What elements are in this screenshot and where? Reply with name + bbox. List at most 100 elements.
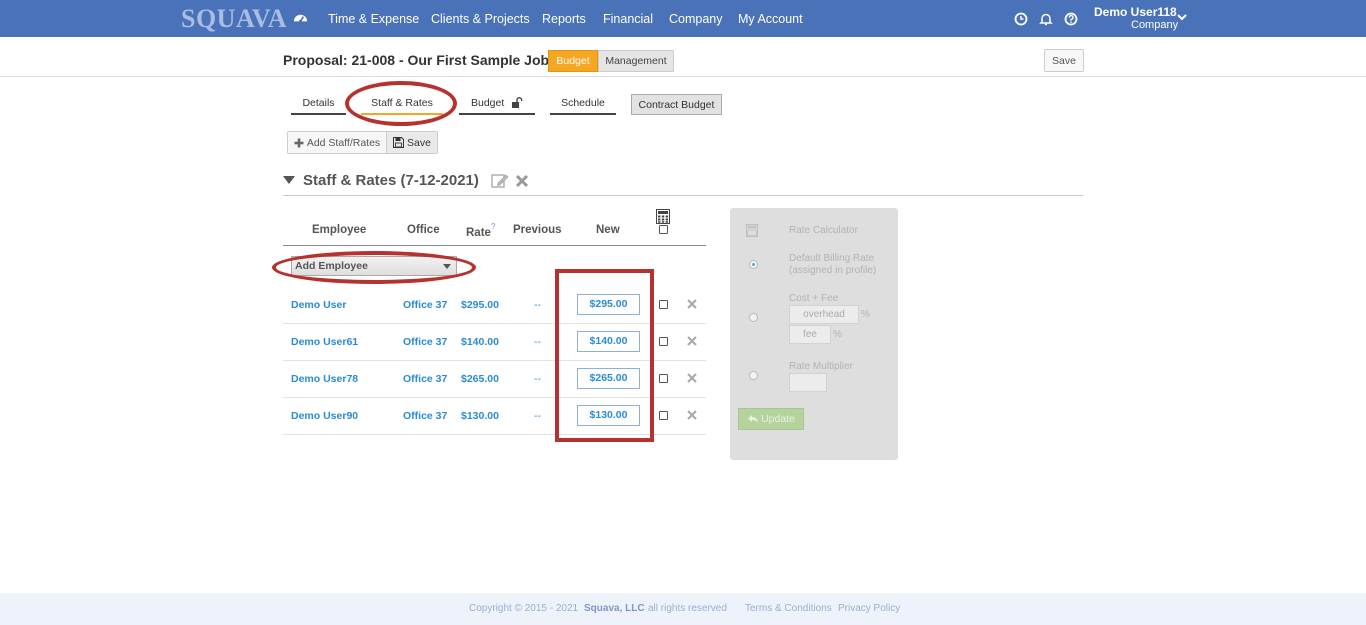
rights-text: all rights reserved: [648, 603, 727, 614]
undo-arrow-icon: [748, 415, 759, 423]
privacy-link[interactable]: Privacy Policy: [838, 603, 900, 614]
contract-budget-button[interactable]: Contract Budget: [631, 94, 722, 115]
default-rate-sublabel: (assigned in profile): [789, 265, 877, 276]
tab-staff-rates[interactable]: Staff & Rates: [361, 97, 443, 115]
nav-reports[interactable]: Reports: [542, 12, 586, 26]
select-all-checkbox[interactable]: [659, 225, 668, 234]
table-row: Demo User78 Office 37 $265.00 -- $265.00: [283, 361, 706, 398]
plus-icon: [294, 138, 304, 147]
column-header-employee: Employee: [312, 224, 367, 236]
multiplier-input[interactable]: [789, 373, 827, 392]
edit-icon[interactable]: [491, 172, 509, 189]
copyright-text: Copyright © 2015 - 2021: [469, 603, 579, 614]
tab-budget[interactable]: Budget: [459, 97, 535, 115]
table-row: Demo User Office 37 $295.00 -- $295.00: [283, 287, 706, 324]
rate-value[interactable]: $265.00: [461, 373, 499, 385]
row-checkbox[interactable]: [659, 411, 668, 420]
rate-value[interactable]: $140.00: [461, 336, 499, 348]
dashboard-icon[interactable]: [293, 11, 308, 26]
tab-budget-label: Budget: [471, 97, 505, 109]
nav-my-account[interactable]: My Account: [738, 12, 803, 26]
add-staff-rates-label: Add Staff/Rates: [306, 136, 381, 149]
clock-icon[interactable]: [1014, 12, 1028, 26]
column-header-new: New: [596, 224, 620, 236]
save-button[interactable]: Save: [1044, 49, 1084, 72]
remove-row-icon[interactable]: [687, 410, 697, 420]
overhead-input[interactable]: overhead: [789, 305, 859, 324]
page-footer: Copyright © 2015 - 2021 Squava, LLC all …: [0, 593, 1366, 625]
row-checkbox[interactable]: [659, 300, 668, 309]
tab-details[interactable]: Details: [291, 97, 346, 115]
delete-icon[interactable]: [515, 174, 529, 188]
office-link[interactable]: Office 37: [403, 299, 447, 311]
previous-rate: --: [534, 336, 541, 348]
table-row: Demo User90 Office 37 $130.00 -- $130.00: [283, 398, 706, 435]
rate-multiplier-label: Rate Multiplier: [789, 361, 853, 372]
nav-financial[interactable]: Financial: [603, 12, 653, 26]
office-link[interactable]: Office 37: [403, 373, 447, 385]
cost-fee-radio[interactable]: [749, 313, 758, 322]
staff-toolbar: Add Staff/Rates Save: [287, 131, 438, 154]
calculator-icon: [746, 224, 758, 237]
default-rate-label: Default Billing Rate: [789, 253, 875, 264]
new-rate-input[interactable]: $130.00: [577, 405, 640, 426]
fee-percent: %: [833, 329, 842, 340]
previous-rate: --: [534, 373, 541, 385]
employee-name-link[interactable]: Demo User90: [291, 410, 358, 422]
rate-value[interactable]: $130.00: [461, 410, 499, 422]
row-checkbox[interactable]: [659, 374, 668, 383]
proposal-title-bar: Proposal: 21-008 - Our First Sample Job …: [0, 37, 1366, 77]
table-row: Demo User61 Office 37 $140.00 -- $140.00: [283, 324, 706, 361]
chevron-down-icon[interactable]: [1177, 13, 1187, 21]
dropdown-arrow-icon: [443, 264, 451, 269]
new-rate-input[interactable]: $295.00: [577, 294, 640, 315]
employee-name-link[interactable]: Demo User: [291, 299, 346, 311]
previous-rate: --: [534, 410, 541, 422]
remove-row-icon[interactable]: [687, 336, 697, 346]
save-staff-button[interactable]: Save: [387, 132, 437, 153]
help-icon[interactable]: [1064, 12, 1078, 26]
collapse-triangle-icon[interactable]: [283, 176, 295, 185]
squava-logo[interactable]: SQUAVA: [181, 4, 287, 34]
column-header-previous: Previous: [513, 224, 562, 236]
header-divider: [283, 245, 706, 246]
employee-name-link[interactable]: Demo User78: [291, 373, 358, 385]
nav-company[interactable]: Company: [669, 12, 723, 26]
bell-icon[interactable]: [1039, 12, 1053, 26]
multiplier-radio[interactable]: [749, 371, 758, 380]
default-rate-radio[interactable]: [749, 260, 758, 269]
update-label: Update: [761, 413, 795, 425]
nav-time-expense[interactable]: Time & Expense: [328, 12, 419, 26]
rate-calculator-panel: Rate Calculator Default Billing Rate (as…: [730, 208, 898, 460]
user-name[interactable]: Demo User118: [1094, 5, 1177, 19]
rate-value[interactable]: $295.00: [461, 299, 499, 311]
new-rate-input[interactable]: $140.00: [577, 331, 640, 352]
terms-link[interactable]: Terms & Conditions: [745, 603, 832, 614]
add-employee-dropdown[interactable]: Add Employee: [291, 256, 457, 276]
fee-input[interactable]: fee: [789, 325, 831, 344]
row-checkbox[interactable]: [659, 337, 668, 346]
user-company: Company: [1131, 19, 1179, 31]
add-staff-rates-button[interactable]: Add Staff/Rates: [288, 132, 387, 153]
save-staff-label: Save: [407, 136, 431, 149]
remove-row-icon[interactable]: [687, 373, 697, 383]
previous-rate: --: [534, 299, 541, 311]
calculator-icon[interactable]: [656, 209, 670, 224]
new-rate-input[interactable]: $265.00: [577, 368, 640, 389]
column-header-rate: Rate?: [466, 222, 495, 239]
remove-row-icon[interactable]: [687, 299, 697, 309]
rate-help-icon[interactable]: ?: [491, 222, 495, 231]
top-nav-bar: SQUAVA Time & Expense Clients & Projects…: [0, 0, 1366, 37]
office-link[interactable]: Office 37: [403, 410, 447, 422]
add-employee-label: Add Employee: [295, 260, 368, 272]
column-header-office: Office: [407, 224, 440, 236]
office-link[interactable]: Office 37: [403, 336, 447, 348]
company-link[interactable]: Squava, LLC: [584, 603, 645, 614]
budget-toggle-button[interactable]: Budget: [548, 50, 598, 72]
employee-name-link[interactable]: Demo User61: [291, 336, 358, 348]
rate-calculator-title: Rate Calculator: [789, 225, 858, 236]
nav-clients-projects[interactable]: Clients & Projects: [431, 12, 530, 26]
update-button[interactable]: Update: [738, 408, 804, 430]
tab-schedule[interactable]: Schedule: [550, 97, 616, 115]
management-toggle-button[interactable]: Management: [598, 50, 674, 72]
